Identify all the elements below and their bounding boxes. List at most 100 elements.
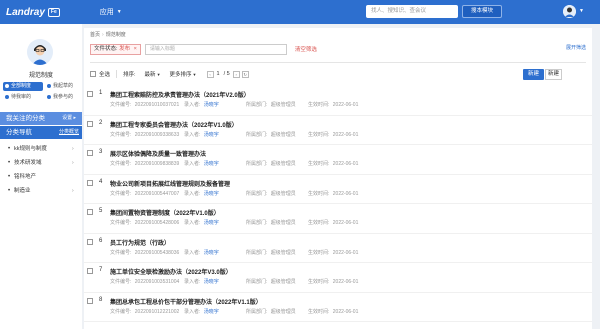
doc-no-label: 文件编号: (110, 308, 132, 315)
document-row[interactable]: 3 展示区体验偶降及质量一致管理办法 文件编号: 2022091009838839 录… (84, 145, 592, 175)
effective-group: 生效时间: 2022-06-01 (308, 278, 360, 285)
refresh-icon[interactable]: ↻ (241, 70, 249, 78)
creator-link[interactable]: 汤晓宇 (204, 220, 219, 226)
search-input[interactable]: 找人、搜知识、查会议 (366, 5, 458, 18)
tab-participated[interactable]: 我参与的 (45, 93, 75, 102)
tab-my-drafts[interactable]: 我起草的 (45, 82, 75, 91)
user-menu-chevron-icon[interactable]: ▼ (579, 8, 584, 14)
effective-group: 生效时间: 2022-06-01 (308, 308, 360, 315)
creator-link[interactable]: 汤晓宇 (204, 250, 219, 256)
row-checkbox[interactable] (87, 297, 93, 304)
document-title[interactable]: 员工行为规范（行政） (110, 238, 170, 247)
creator-link[interactable]: 汤晓宇 (204, 279, 219, 285)
tab-to-review[interactable]: 待我审的 (3, 93, 33, 102)
doc-no-group: 文件编号: 2022091009838839 (110, 160, 182, 167)
document-title[interactable]: 集团工程索赔防控及承责管理办法（2021年V2.0版） (110, 90, 250, 99)
document-title[interactable]: 集团间置物资管理制度（2022年V1.0版） (110, 208, 220, 217)
effective-group: 生效时间: 2022-06-01 (308, 101, 360, 108)
category-item[interactable]: • 铭科地产 (0, 170, 82, 184)
doc-no-label: 文件编号: (110, 102, 132, 108)
page-current[interactable]: 1 (217, 71, 220, 77)
favorites-header: 我关注的分类 设置 ▸ (0, 112, 82, 125)
effective-label: 生效时间: (308, 279, 330, 285)
main-panel: 首页 › 规范制度 展开筛选 文件状态: 发布 × 请输入标题 清空筛选 全选 排序… (84, 28, 592, 329)
breadcrumb-sep-icon: › (102, 32, 104, 38)
logo[interactable]: Landray Fe (6, 7, 60, 18)
row-checkbox[interactable] (87, 91, 93, 97)
row-checkbox[interactable] (87, 150, 93, 156)
creator-link[interactable]: 汤晓宇 (204, 191, 219, 197)
category-item[interactable]: • kk规则与制度 › (0, 142, 82, 156)
dept-group: 所属部门: 超级管理员 (246, 160, 306, 167)
creator-link[interactable]: 汤晓宇 (204, 132, 219, 138)
expand-filter-link[interactable]: 展开筛选 (566, 44, 586, 51)
row-checkbox[interactable] (87, 120, 93, 127)
row-checkbox[interactable] (87, 179, 93, 186)
doc-no-label: 文件编号: (110, 190, 132, 197)
user-avatar[interactable] (563, 5, 576, 18)
next-page-icon[interactable]: › (232, 70, 240, 78)
filter-tag-status[interactable]: 文件状态: 发布 × (90, 43, 141, 55)
divider (116, 70, 118, 78)
sort-label: 排序: (123, 72, 136, 78)
search-module-button[interactable]: 搜本模块 (462, 5, 502, 18)
app-menu-label: 应用 (99, 9, 114, 16)
favorites-settings-link[interactable]: 设置 ▸ (62, 112, 76, 125)
close-icon[interactable]: × (134, 46, 137, 52)
tab-label: 待我审的 (11, 94, 32, 100)
document-meta: 文件编号: 2022091003531004 录入者: 汤晓宇 所属部门: 超级管理… (110, 278, 362, 285)
dept-label: 所属部门: (246, 308, 268, 315)
creator-link[interactable]: 汤晓宇 (204, 161, 219, 167)
document-title[interactable]: 集团工程专家委员会管理办法（2022年V1.0版） (110, 120, 238, 129)
doc-no-value: 2022091003531004 (134, 279, 180, 285)
document-row[interactable]: 1 集团工程索赔防控及承责管理办法（2021年V2.0版） 文件编号: 202209… (84, 86, 592, 116)
more-sort-dropdown[interactable]: 更多排序▼ (170, 70, 197, 78)
document-row[interactable]: 4 物业公司新项目拓展红线管理规则及报备管理 文件编号: 2022091005447… (84, 175, 592, 204)
effective-label: 生效时间: (308, 190, 330, 197)
dept-group: 所属部门: 超级管理员 (246, 101, 306, 108)
app-menu[interactable]: 应用 ▼ (100, 7, 122, 17)
title-filter-input[interactable]: 请输入标题 (144, 43, 287, 55)
new-button[interactable]: 新建 (523, 69, 544, 80)
doc-no-value: 2022091009338633 (134, 131, 180, 138)
document-title[interactable]: 展示区体验偶降及质量一致管理办法 (110, 149, 206, 158)
prev-page-icon[interactable]: ‹ (206, 70, 214, 78)
document-title[interactable]: 物业公司新项目拓展红线管理规则及报备管理 (110, 179, 230, 188)
category-item[interactable]: • 制造业 › (0, 184, 82, 198)
doc-no-label: 文件编号: (110, 131, 132, 138)
document-title[interactable]: 集团总承包工程总价包干部分管理办法（2022年V1.1版） (110, 297, 262, 306)
document-row[interactable]: 7 施工单位安全联检激励办法（2022年V3.0版） 文件编号: 202209100… (84, 263, 592, 293)
select-all-checkbox[interactable] (90, 71, 96, 77)
tab-all-docs[interactable]: 全部制度 (3, 82, 43, 91)
document-row[interactable]: 5 集团间置物资管理制度（2022年V1.0版） 文件编号: 20220910054… (84, 204, 592, 234)
document-title[interactable]: 施工单位安全联检激励办法（2022年V3.0版） (110, 267, 232, 276)
document-row[interactable]: 2 集团工程专家委员会管理办法（2022年V1.0版） 文件编号: 20220910… (84, 116, 592, 145)
document-row[interactable]: 8 集团总承包工程总价包干部分管理办法（2022年V1.1版） 文件编号: 2022… (84, 293, 592, 322)
row-checkbox[interactable] (87, 238, 93, 245)
clear-filter-link[interactable]: 清空筛选 (295, 45, 317, 53)
creator-group: 录入者: 汤晓宇 (184, 308, 244, 315)
breadcrumb-home[interactable]: 首页 (90, 32, 100, 38)
category-overview-link[interactable]: 分类概览 (59, 126, 79, 139)
effective-group: 生效时间: 2022-06-01 (308, 219, 360, 226)
top-bar: Landray Fe 应用 ▼ (0, 0, 600, 24)
sort-latest-dropdown[interactable]: 最新▼ (145, 70, 161, 78)
document-row[interactable]: 6 员工行为规范（行政） 文件编号: 2022091005438036 录入者: 汤晓… (84, 234, 592, 263)
tab-label: 我参与的 (53, 94, 74, 100)
creator-group: 录入者: 汤晓宇 (184, 101, 244, 108)
dept-value: 超级管理员 (270, 131, 296, 138)
tab-label: 全部制度 (11, 83, 32, 89)
create-button[interactable]: 新建 (545, 69, 562, 80)
effective-label: 生效时间: (308, 161, 330, 167)
creator-link[interactable]: 汤晓宇 (204, 309, 219, 315)
creator-link[interactable]: 汤晓宇 (204, 102, 219, 108)
doc-no-label: 文件编号: (110, 279, 132, 285)
category-item[interactable]: • 技术研发域 › (0, 156, 82, 170)
row-checkbox[interactable] (87, 209, 93, 215)
list-toolbar: 全选 排序: 最新▼ 更多排序▼ ‹ 1 / 5 › ↻ (90, 68, 586, 80)
row-checkbox[interactable] (87, 268, 93, 274)
breadcrumb-current[interactable]: 规范制度 (106, 32, 126, 38)
dept-value: 超级管理员 (270, 279, 296, 285)
dept-value: 超级管理员 (270, 190, 296, 197)
doc-no-group: 文件编号: 2022091005428006 (110, 219, 182, 226)
